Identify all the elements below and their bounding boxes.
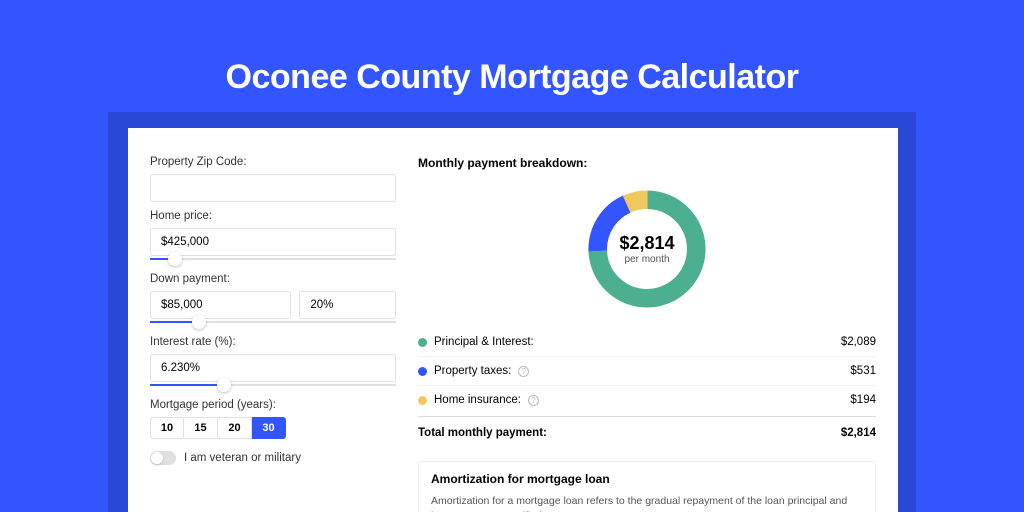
info-icon[interactable]: ? xyxy=(518,366,529,377)
line-item-value: $194 xyxy=(850,394,876,406)
legend-dot-icon xyxy=(418,396,427,405)
amortization-text: Amortization for a mortgage loan refers … xyxy=(431,494,863,512)
period-button-20[interactable]: 20 xyxy=(218,417,252,439)
period-button-30[interactable]: 30 xyxy=(252,417,286,439)
donut-amount: $2,814 xyxy=(619,233,674,254)
interest-rate-slider[interactable] xyxy=(150,381,396,389)
page-background: Oconee County Mortgage Calculator Proper… xyxy=(0,0,1024,512)
down-payment-pct-input[interactable] xyxy=(299,291,396,319)
total-value: $2,814 xyxy=(841,427,876,439)
home-price-input[interactable] xyxy=(150,228,396,256)
down-payment-slider[interactable] xyxy=(150,318,396,326)
veteran-toggle[interactable] xyxy=(150,451,176,465)
breakdown-panel: Monthly payment breakdown: $2,814 per mo… xyxy=(418,156,876,512)
form-panel: Property Zip Code: Home price: Down paym… xyxy=(150,156,396,512)
zip-label: Property Zip Code: xyxy=(150,156,396,168)
toggle-knob-icon xyxy=(151,452,163,464)
period-button-10[interactable]: 10 xyxy=(150,417,184,439)
period-button-15[interactable]: 15 xyxy=(184,417,218,439)
breakdown-line-item: Property taxes:? $531 xyxy=(418,356,876,385)
legend-dot-icon xyxy=(418,338,427,347)
down-payment-label: Down payment: xyxy=(150,273,396,285)
line-item-label: Property taxes: xyxy=(434,365,511,377)
total-label: Total monthly payment: xyxy=(418,427,547,439)
home-price-slider[interactable] xyxy=(150,255,396,263)
interest-rate-label: Interest rate (%): xyxy=(150,336,396,348)
donut-chart: $2,814 per month xyxy=(418,184,876,314)
legend-dot-icon xyxy=(418,367,427,376)
zip-input[interactable] xyxy=(150,174,396,202)
donut-per-month-label: per month xyxy=(619,254,674,265)
veteran-label: I am veteran or military xyxy=(184,452,301,464)
slider-thumb-icon[interactable] xyxy=(168,252,182,266)
info-icon[interactable]: ? xyxy=(528,395,539,406)
period-label: Mortgage period (years): xyxy=(150,399,396,411)
line-item-label: Home insurance: xyxy=(434,394,521,406)
amortization-section: Amortization for mortgage loan Amortizat… xyxy=(418,461,876,512)
slider-thumb-icon[interactable] xyxy=(192,315,206,329)
line-item-value: $2,089 xyxy=(841,336,876,348)
amortization-title: Amortization for mortgage loan xyxy=(431,472,863,486)
interest-rate-input[interactable] xyxy=(150,354,396,382)
line-item-label: Principal & Interest: xyxy=(434,336,534,348)
breakdown-title: Monthly payment breakdown: xyxy=(418,156,876,170)
slider-thumb-icon[interactable] xyxy=(217,378,231,392)
breakdown-line-item: Principal & Interest: $2,089 xyxy=(418,328,876,356)
period-button-group: 10152030 xyxy=(150,417,396,439)
breakdown-line-item: Home insurance:? $194 xyxy=(418,385,876,414)
calculator-card: Property Zip Code: Home price: Down paym… xyxy=(128,128,898,512)
down-payment-input[interactable] xyxy=(150,291,291,319)
total-row: Total monthly payment: $2,814 xyxy=(418,416,876,447)
line-item-value: $531 xyxy=(850,365,876,377)
page-title: Oconee County Mortgage Calculator xyxy=(0,0,1024,97)
home-price-label: Home price: xyxy=(150,210,396,222)
